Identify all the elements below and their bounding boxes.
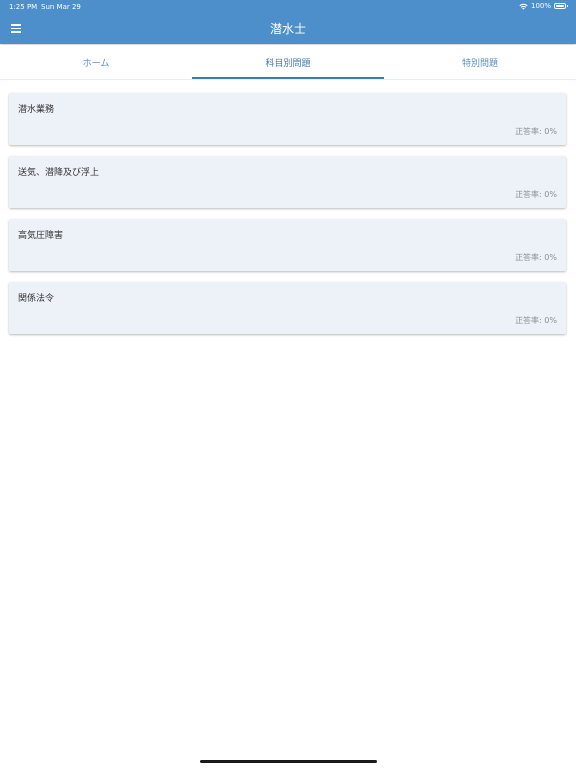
subject-card-air-supply[interactable]: 送気、潜降及び浮上 正答率: 0% (9, 156, 566, 208)
status-date: Sun Mar 29 (41, 3, 81, 11)
subject-card-diving-work[interactable]: 潜水業務 正答率: 0% (9, 93, 566, 145)
battery-icon (554, 3, 568, 9)
correct-rate: 正答率: 0% (515, 253, 557, 262)
page-title: 潜水士 (269, 22, 306, 36)
subject-title: 潜水業務 (18, 105, 55, 115)
subject-card-hyperbaric-disorders[interactable]: 高気圧障害 正答率: 0% (9, 219, 566, 271)
tab-bar: ホーム 科目別問題 特別問題 (0, 45, 576, 80)
status-time: 1:25 PM (9, 3, 38, 11)
subject-title: 送気、潜降及び浮上 (18, 168, 100, 178)
active-tab-indicator (192, 77, 384, 79)
wifi-icon (519, 3, 528, 10)
correct-rate: 正答率: 0% (515, 190, 557, 199)
app-header: 1:25 PM Sun Mar 29 100% 潜水士 (0, 0, 576, 44)
correct-rate: 正答率: 0% (515, 127, 557, 136)
subject-title: 高気圧障害 (18, 231, 64, 241)
subject-title: 関係法令 (18, 294, 55, 304)
tab-home[interactable]: ホーム (0, 45, 192, 79)
subject-card-related-laws[interactable]: 関係法令 正答率: 0% (9, 282, 566, 334)
correct-rate: 正答率: 0% (515, 316, 557, 325)
battery-percent: 100% (530, 2, 551, 10)
status-bar: 1:25 PM Sun Mar 29 100% (0, 0, 576, 13)
home-indicator[interactable] (200, 760, 377, 763)
tab-subject-questions[interactable]: 科目別問題 (192, 45, 384, 79)
tab-special-questions[interactable]: 特別問題 (384, 45, 576, 79)
status-indicators: 100% (519, 2, 568, 10)
